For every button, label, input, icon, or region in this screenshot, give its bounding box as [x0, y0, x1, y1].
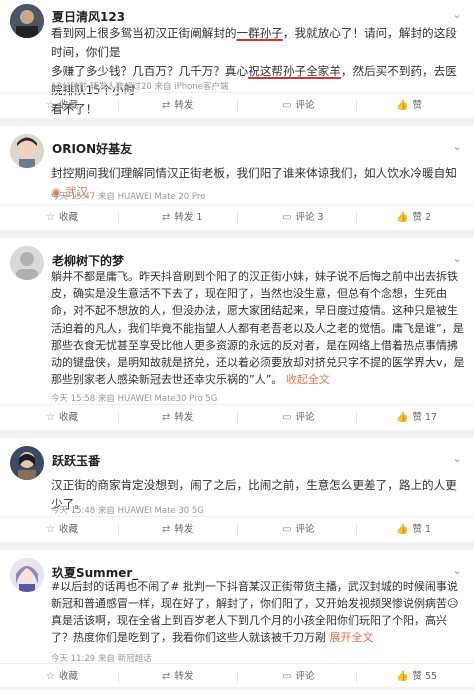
post-meta: 12分钟前 转发人数超过20 来自 iPhone客户端: [51, 82, 229, 92]
comment-button[interactable]: ▭ 评论: [282, 93, 314, 119]
avatar-image: [10, 4, 44, 38]
action-bar: ☆ 收藏 ⇄ 转发 1 ▭ 评论 3 👍 赞 2: [0, 204, 474, 231]
collapse-link[interactable]: 收起全文: [286, 373, 330, 386]
repost-icon: ⇄: [162, 524, 171, 535]
like-button[interactable]: 👍 赞 17: [396, 405, 437, 431]
repost-icon: ⇄: [162, 100, 171, 111]
chevron-down-icon[interactable]: ⌄: [450, 252, 464, 266]
comment-icon: ▭: [282, 671, 292, 682]
username[interactable]: 夏日清风123: [52, 8, 125, 25]
repost-button[interactable]: ⇄ 转发 1: [162, 205, 202, 231]
thumb-up-icon: 👍: [396, 412, 409, 423]
action-bar: ☆ 收藏 ⇄ 转发 ▭ 评论 👍 赞 55: [0, 663, 474, 690]
thumb-up-icon: 👍: [396, 100, 409, 111]
star-icon: ☆: [46, 524, 55, 535]
fav-button[interactable]: ☆ 收藏: [46, 405, 78, 431]
like-button[interactable]: 👍 赞: [396, 93, 422, 119]
comment-text: #以后封的话再也不闹了# 批判一下抖音某汉正街带货主播，武汉封城的时候闹事说新冠…: [51, 580, 459, 644]
fav-button[interactable]: ☆ 收藏: [46, 664, 78, 690]
avatar-image: [10, 446, 44, 480]
like-button[interactable]: 👍 赞 1: [396, 517, 431, 543]
comment-card: 老柳树下的梦 ⌄ 躺井不都是庸飞。昨天抖音刷到个阳了的汉正街小妹，妹子说不后悔之…: [0, 238, 474, 430]
repost-button[interactable]: ⇄ 转发: [162, 93, 193, 119]
comment-button[interactable]: ▭ 评论 3: [282, 205, 324, 231]
comment-icon: ▭: [282, 412, 292, 423]
post-meta: 今天 15:47 来自 HUAWEI Mate 20 Pro: [51, 192, 206, 202]
fav-button[interactable]: ☆ 收藏: [46, 93, 78, 119]
avatar[interactable]: [10, 558, 44, 592]
chevron-down-icon[interactable]: ⌄: [450, 140, 464, 154]
fav-button[interactable]: ☆ 收藏: [46, 205, 78, 231]
chevron-down-icon[interactable]: ⌄: [450, 452, 464, 466]
star-icon: ☆: [46, 671, 55, 682]
fav-button[interactable]: ☆ 收藏: [46, 517, 78, 543]
star-icon: ☆: [46, 412, 55, 423]
like-button[interactable]: 👍 赞 2: [396, 205, 431, 231]
chevron-down-icon[interactable]: ⌄: [450, 564, 464, 578]
thumb-up-icon: 👍: [396, 212, 409, 223]
comment-button[interactable]: ▭ 评论: [282, 664, 314, 690]
chevron-down-icon[interactable]: ⌄: [450, 8, 464, 22]
action-bar: ☆ 收藏 ⇄ 转发 ▭ 评论 👍 赞 17: [0, 404, 474, 431]
post-meta: 今天 15:58 来自 HUAWEI Mate30 Pro 5G: [51, 394, 218, 404]
avatar-image: [10, 134, 44, 168]
action-bar: ☆ 收藏 ⇄ 转发 ▭ 评论 👍 赞 1: [0, 516, 474, 543]
action-bar: ☆ 收藏 ⇄ 转发 ▭ 评论 👍 赞: [0, 92, 474, 119]
avatar-image: [10, 558, 44, 592]
expand-link[interactable]: 展开全文: [330, 631, 374, 644]
repost-icon: ⇄: [162, 671, 171, 682]
comment-card: ORION好基友 ⌄ 封控期间我们理解同情汉正街老板，我们阳了谁来体谅我们，如人…: [0, 126, 474, 230]
repost-icon: ⇄: [162, 412, 171, 423]
comment-card: 玖夏Summer_ ⌄ #以后封的话再也不闹了# 批判一下抖音某汉正街带货主播，…: [0, 550, 474, 687]
comment-button[interactable]: ▭ 评论: [282, 517, 314, 543]
repost-button[interactable]: ⇄ 转发: [162, 405, 193, 431]
avatar[interactable]: [10, 446, 44, 480]
username[interactable]: 跃跃玉番: [52, 452, 100, 469]
thumb-up-icon: 👍: [396, 671, 409, 682]
repost-icon: ⇄: [162, 212, 171, 223]
username[interactable]: 老柳树下的梦: [52, 252, 124, 269]
like-button[interactable]: 👍 赞 55: [396, 664, 437, 690]
avatar[interactable]: [10, 134, 44, 168]
comment-card: 夏日清风123 ⌄ 看到网上很多鸳当初汉正街阐解封的一群孙子，我就放心了！请问，…: [0, 0, 474, 118]
comment-card: 跃跃玉番 ⌄ 汉正街的商家肯定没想到，闹了之后，比闹之前，生意怎么更差了，路上的…: [0, 438, 474, 542]
comment-text: 躺井不都是庸飞。昨天抖音刷到个阳了的汉正街小妹，妹子说不后悔之前中出去拆铁皮，确…: [51, 270, 465, 387]
repost-button[interactable]: ⇄ 转发: [162, 517, 193, 543]
comment-button[interactable]: ▭ 评论: [282, 405, 314, 431]
star-icon: ☆: [46, 100, 55, 111]
avatar[interactable]: [10, 246, 44, 280]
post-meta: 今天 15:48 来自 HUAWEI Mate 30 5G: [51, 506, 204, 516]
avatar-image: [10, 246, 44, 280]
thumb-up-icon: 👍: [396, 524, 409, 535]
username[interactable]: ORION好基友: [52, 140, 132, 157]
comment-icon: ▭: [282, 100, 292, 111]
comment-icon: ▭: [282, 212, 292, 223]
repost-button[interactable]: ⇄ 转发: [162, 664, 193, 690]
comment-icon: ▭: [282, 524, 292, 535]
star-icon: ☆: [46, 212, 55, 223]
avatar[interactable]: [10, 4, 44, 38]
